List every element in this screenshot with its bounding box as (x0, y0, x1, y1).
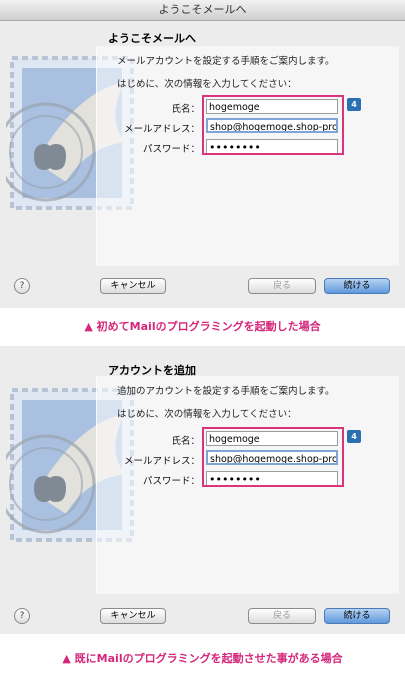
input-highlight-box (202, 95, 344, 155)
back-button[interactable]: 戻る (248, 278, 316, 294)
cancel-button[interactable]: キャンセル (100, 278, 166, 294)
cancel-button[interactable]: キャンセル (100, 608, 166, 624)
caption-existing-launch: ▲ 既にMailのプログラミングを起動させた事がある場合 (62, 652, 343, 665)
page-title: ようこそメールへ (108, 32, 196, 45)
welcome-dialog: ようこそメールへ ようこそメールへ メールアカウントを設定する手順をご案内します… (0, 0, 405, 308)
help-button[interactable]: ? (14, 278, 30, 294)
instruction-text: はじめに、次の情報を入力してください： (117, 79, 297, 90)
name-label: 氏名： (171, 104, 200, 115)
caption-first-launch: ▲ 初めてMailのプログラミングを起動した場合 (84, 320, 321, 333)
password-label: パスワード： (142, 476, 200, 487)
page-title: アカウントを追加 (108, 364, 196, 377)
input-highlight-box (202, 427, 344, 487)
name-label: 氏名： (171, 436, 200, 447)
help-button[interactable]: ? (14, 608, 30, 624)
continue-button[interactable]: 続ける (324, 278, 390, 294)
email-label: メールアドレス： (123, 124, 200, 135)
instruction-text: はじめに、次の情報を入力してください： (117, 409, 297, 420)
step-badge: 4 (347, 98, 361, 111)
intro-text: メールアカウントを設定する手順をご案内します。 (117, 56, 335, 67)
continue-button[interactable]: 続ける (324, 608, 390, 624)
add-account-dialog: アカウントを追加 追加のアカウントを設定する手順をご案内します。 はじめに、次の… (0, 346, 405, 634)
intro-text: 追加のアカウントを設定する手順をご案内します。 (117, 386, 335, 397)
email-label: メールアドレス： (123, 456, 200, 467)
step-badge: 4 (347, 430, 361, 443)
window-title: ようこそメールへ (0, 0, 405, 21)
back-button[interactable]: 戻る (248, 608, 316, 624)
password-label: パスワード： (142, 144, 200, 155)
